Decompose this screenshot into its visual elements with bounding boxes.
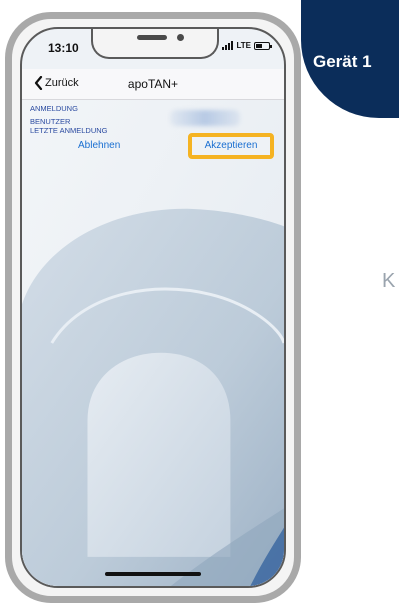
speaker-grille	[137, 35, 167, 40]
navigation-bar: Zurück apoTAN+	[22, 69, 284, 100]
home-indicator[interactable]	[105, 572, 201, 576]
login-approval-content: ANMELDUNG BENUTZER LETZTE ANMELDUNG Able…	[22, 100, 284, 586]
login-info: ANMELDUNG BENUTZER LETZTE ANMELDUNG	[30, 104, 108, 135]
reject-button[interactable]: Ablehnen	[78, 140, 120, 151]
letzte-anmeldung-label: LETZTE ANMELDUNG	[30, 126, 108, 135]
phone-mockup: 13:10 LTE Zurück apoTAN+ ANMELDUNG BENUT…	[5, 12, 301, 603]
screen-title: apoTAN+	[127, 77, 179, 91]
device-badge-label: Gerät 1	[313, 52, 372, 71]
battery-icon	[254, 41, 272, 50]
phone-notch	[91, 29, 219, 59]
front-camera	[177, 34, 184, 41]
signal-icon	[222, 41, 234, 50]
network-type: LTE	[236, 41, 251, 50]
redacted-user-value	[170, 110, 240, 126]
device-badge: Gerät 1	[301, 0, 399, 118]
side-text: K	[382, 270, 396, 292]
status-indicators: LTE	[222, 41, 272, 50]
apo-logo-watermark	[22, 100, 284, 586]
accept-highlight-box: Akzeptieren	[188, 133, 274, 159]
benutzer-label: BENUTZER	[30, 117, 71, 126]
anmeldung-label: ANMELDUNG	[30, 104, 78, 113]
page: 13:10 LTE Zurück apoTAN+ ANMELDUNG BENUT…	[0, 0, 399, 605]
phone-screen: 13:10 LTE Zurück apoTAN+ ANMELDUNG BENUT…	[20, 27, 286, 588]
accept-button[interactable]: Akzeptieren	[192, 140, 270, 151]
status-time: 13:10	[48, 41, 79, 55]
